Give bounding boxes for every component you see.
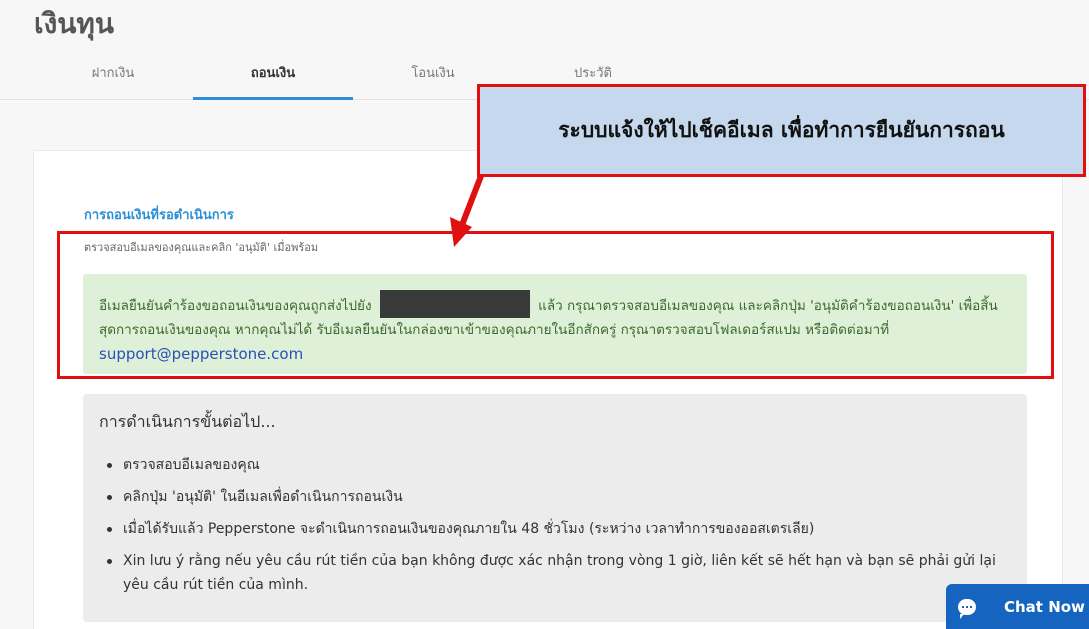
alert-text-before: อีเมลยืนยันคำร้องขอถอนเงินของคุณถูกส่งไป…	[99, 298, 372, 314]
list-item: เมื่อได้รับแล้ว Pepperstone จะดำเนินการถ…	[99, 517, 1011, 541]
annotation-text: ระบบแจ้งให้ไปเช็คอีเมล เพื่อทำการยืนยันก…	[558, 118, 1005, 142]
next-steps-box: การดำเนินการขั้นต่อไป... ตรวจสอบอีเมลของ…	[83, 394, 1027, 622]
tab-deposit[interactable]: ฝากเงิน	[33, 58, 193, 100]
list-item: คลิกปุ่ม 'อนุมัติ' ในอีเมลเพื่อดำเนินการ…	[99, 485, 1011, 509]
page-title: เงินทุน	[34, 7, 114, 40]
email-sent-alert: อีเมลยืนยันคำร้องขอถอนเงินของคุณถูกส่งไป…	[83, 274, 1027, 374]
chat-now-label: Chat Now	[1004, 597, 1085, 616]
list-item: ตรวจสอบอีเมลของคุณ	[99, 453, 1011, 477]
chat-bubble-icon	[958, 598, 976, 619]
support-email-link[interactable]: support@pepperstone.com	[99, 345, 303, 363]
list-item: Xin lưu ý rằng nếu yêu cầu rút tiền của …	[99, 549, 1011, 597]
tab-withdraw[interactable]: ถอนเงิน	[193, 58, 353, 100]
annotation-callout: ระบบแจ้งให้ไปเช็คอีเมล เพื่อทำการยืนยันก…	[477, 84, 1086, 177]
next-steps-list: ตรวจสอบอีเมลของคุณ คลิกปุ่ม 'อนุมัติ' ใน…	[99, 453, 1011, 597]
redacted-email	[379, 290, 530, 318]
next-steps-title: การดำเนินการขั้นต่อไป...	[99, 412, 276, 431]
pending-withdrawal-title: การถอนเงินที่รอดำเนินการ	[84, 208, 234, 223]
chat-now-button[interactable]: Chat Now	[946, 584, 1089, 629]
pending-withdrawal-subtitle: ตรวจสอบอีเมลของคุณและคลิก 'อนุมัติ' เมื่…	[84, 241, 319, 254]
